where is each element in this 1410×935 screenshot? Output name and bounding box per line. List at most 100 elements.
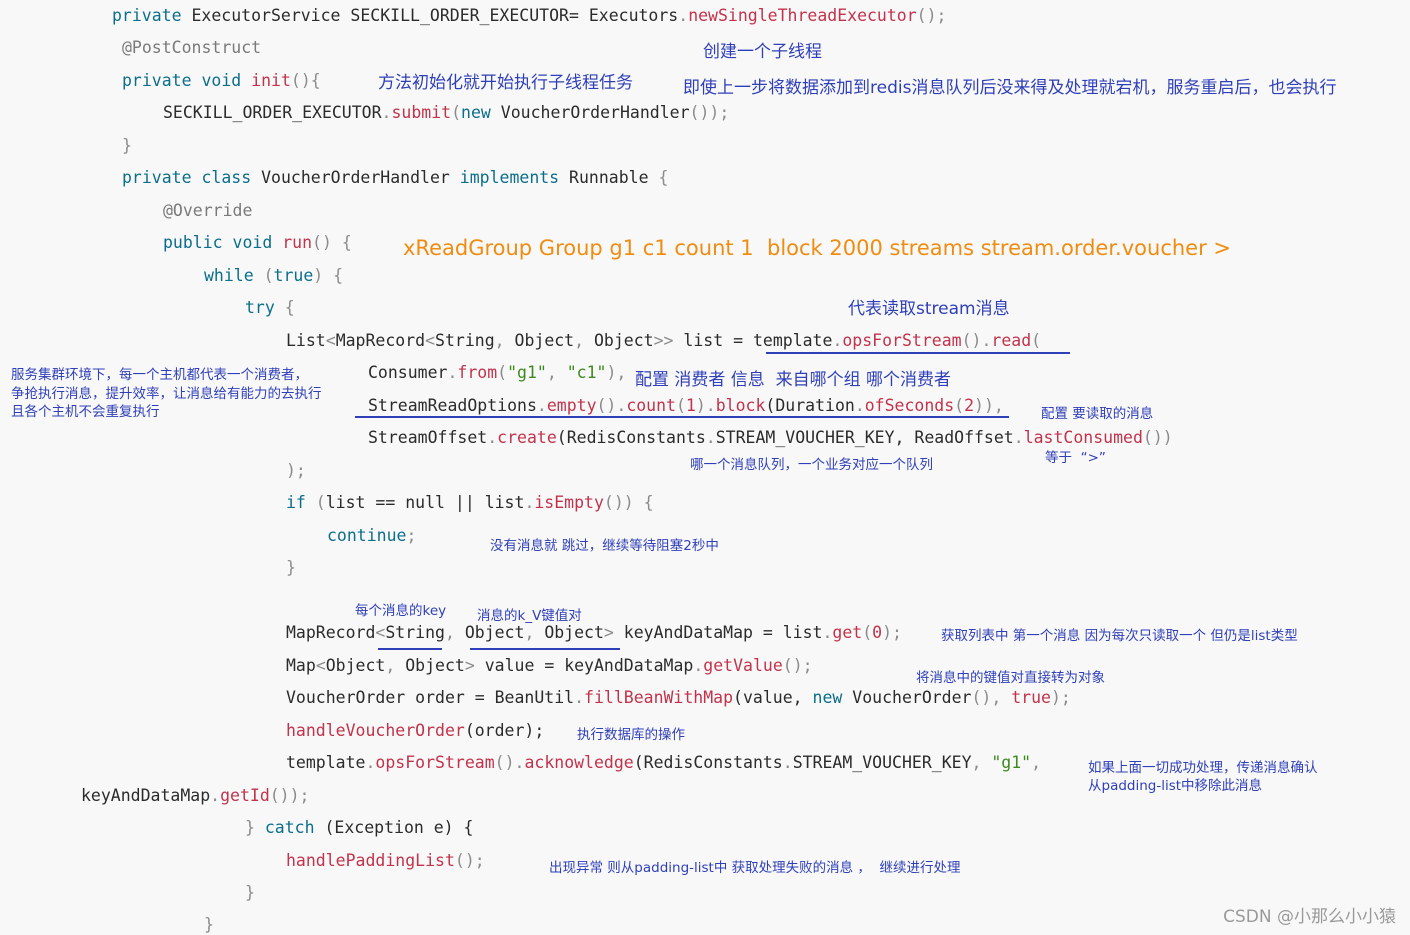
code-line-override: @Override — [163, 201, 252, 221]
note-ack-2: 从padding-list中移除此消息 — [1088, 778, 1263, 794]
punct: (); — [454, 851, 485, 870]
keyword: while — [204, 266, 254, 285]
method-name: submit — [391, 103, 452, 122]
punct: ( — [451, 103, 462, 122]
code-line-maprecord: MapRecord<String, Object, Object> keyAnd… — [286, 623, 902, 643]
punct: . — [693, 656, 704, 675]
code-text: StreamReadOptions — [368, 396, 537, 415]
string-literal: "g1" — [991, 753, 1032, 772]
method-name: from — [457, 363, 498, 382]
code-text: Object — [464, 623, 525, 642]
punct: . — [822, 623, 833, 642]
code-line-class-decl: private class VoucherOrderHandler implem… — [122, 168, 668, 188]
punct: } — [245, 883, 255, 902]
code-line-close-if: } — [286, 558, 296, 578]
punct: } — [204, 915, 214, 934]
code-line-catch: } catch (Exception e) { — [245, 818, 474, 838]
annotation: @PostConstruct — [122, 38, 262, 57]
punct: , — [494, 331, 515, 350]
code-line-read-options: StreamReadOptions.empty().count(1).block… — [368, 396, 1004, 416]
punct: ) { — [313, 266, 344, 285]
keyword: void — [201, 71, 242, 90]
keyword: implements — [459, 168, 560, 187]
keyword: void — [232, 233, 273, 252]
punct: (). — [494, 753, 525, 772]
number-literal: 0 — [872, 623, 883, 642]
punct: ()) — [1142, 428, 1173, 447]
punct: . — [678, 6, 689, 25]
method-name: init — [251, 71, 291, 90]
code-text: VoucherOrder — [842, 688, 972, 707]
code-text: (RedisConstants — [556, 428, 706, 447]
code-line-acknowledge: template.opsForStream().acknowledge(Redi… — [286, 753, 1041, 773]
code-text: Object — [514, 331, 575, 350]
code-text: VoucherOrderHandler — [490, 103, 690, 122]
method-name: opsForStream — [375, 753, 495, 772]
method-name: get — [832, 623, 863, 642]
punct: () { — [312, 233, 352, 252]
note-exception: 出现异常 则从padding-list中 获取处理失败的消息 ， 继续进行处理 — [549, 860, 961, 876]
punct: . — [210, 786, 221, 805]
code-line-close-while: } — [204, 915, 214, 935]
code-line-submit: SECKILL_ORDER_EXECUTOR.submit(new Vouche… — [163, 103, 729, 123]
code-text: value = keyAndDataMap — [484, 656, 694, 675]
keyword: catch — [264, 818, 315, 837]
keyword: try — [245, 298, 275, 317]
punct: >> — [653, 331, 684, 350]
code-line-handle-order: handleVoucherOrder(order); — [286, 721, 544, 741]
method-name: empty — [546, 396, 597, 415]
method-name: getValue — [703, 656, 783, 675]
annotation: @Override — [163, 201, 253, 220]
note-equals: 等于 “>” — [1045, 450, 1106, 466]
code-line-if: if (list == null || list.isEmpty()) { — [286, 493, 654, 513]
underline-kv — [470, 648, 620, 650]
method-name: lastConsumed — [1023, 428, 1143, 447]
method-name: block — [715, 396, 766, 415]
punct: ). — [695, 396, 716, 415]
note-cluster-1: 服务集群环境下，每一个主机都代表一个消费者， — [11, 367, 308, 383]
code-text: StreamOffset — [368, 428, 488, 447]
note-restart: 即使上一步将数据添加到redis消息队列后没来得及处理就宕机，服务重启后，也会执… — [683, 78, 1337, 98]
punct: (); — [916, 6, 947, 25]
note-db-op: 执行数据库的操作 — [577, 727, 685, 743]
keyword: private — [122, 71, 192, 90]
punct: . — [1013, 428, 1024, 447]
punct: . — [782, 753, 793, 772]
method-name: newSingleThreadExecutor — [688, 6, 917, 25]
code-text: SECKILL_ORDER_EXECUTOR — [163, 103, 382, 122]
keyword: new — [461, 103, 491, 122]
punct: ( — [497, 363, 508, 382]
code-text: String — [435, 331, 495, 350]
keyword: private — [122, 168, 192, 187]
method-name: run — [282, 233, 313, 252]
code-line-run: public void run() { — [163, 233, 352, 253]
note-get-first: 获取列表中 第一个消息 因为每次只读取一个 但仍是list类型 — [941, 628, 1298, 644]
method-name: acknowledge — [524, 753, 634, 772]
punct: { — [658, 168, 669, 187]
punct: < — [425, 331, 436, 350]
punct: ( — [862, 623, 873, 642]
watermark: CSDN @小那么小小猿 — [1223, 907, 1396, 927]
punct: ()); — [269, 786, 310, 805]
punct: < — [325, 331, 336, 350]
note-read-cfg: 配置 要读取的消息 — [1041, 406, 1154, 422]
code-text: STREAM_VOUCHER_KEY — [792, 753, 972, 772]
code-text: VoucherOrderHandler — [251, 168, 460, 187]
keyword: if — [286, 493, 306, 512]
method-name: handlePaddingList — [286, 851, 455, 870]
method-name: getId — [220, 786, 270, 805]
code-text: Object — [405, 656, 465, 675]
punct: . — [381, 103, 392, 122]
punct: . — [524, 493, 535, 512]
code-line-try: try { — [245, 298, 295, 318]
code-text: MapRecord — [286, 623, 376, 642]
note-consumer-cfg: 配置 消费者 信息 来自哪个组 哪个消费者 — [635, 370, 952, 390]
note-create-thread: 创建一个子线程 — [703, 42, 822, 62]
underline-read — [766, 352, 1070, 354]
note-read-stream: 代表读取stream消息 — [848, 299, 1010, 319]
code-text: keyAndDataMap — [81, 786, 211, 805]
